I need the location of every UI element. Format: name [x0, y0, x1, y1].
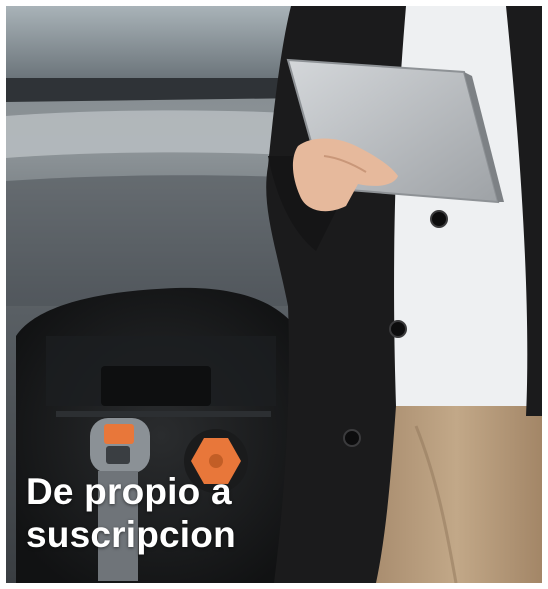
headline-line-2: suscripcion — [26, 514, 236, 555]
headline-line-1: De propio a — [26, 471, 232, 512]
promo-card: De propio a suscripcion — [0, 0, 548, 589]
windshield — [6, 6, 306, 78]
trousers — [371, 406, 542, 583]
headline: De propio a suscripcion — [26, 470, 236, 556]
